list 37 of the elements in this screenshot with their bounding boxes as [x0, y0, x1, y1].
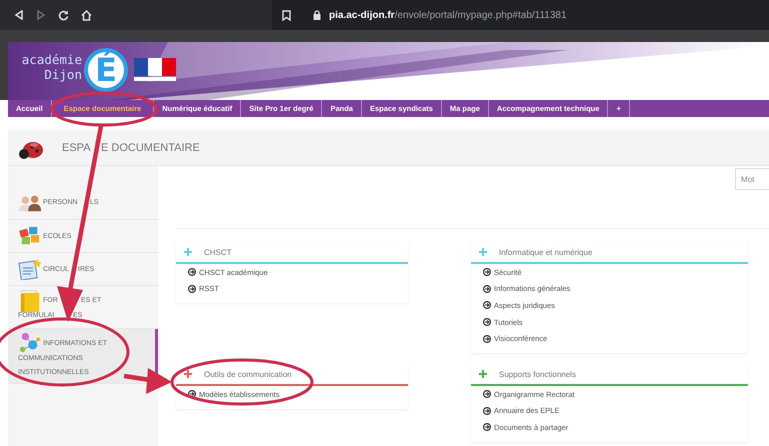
panel-title: Informatique et numérique: [499, 248, 592, 256]
arrow-circle-icon: [483, 301, 491, 310]
arrow-circle-icon: [188, 390, 196, 398]
notepad-icon: [18, 258, 42, 280]
folder-icon: [18, 288, 42, 312]
title-text: E DOCUMENTAIRE: [101, 142, 200, 154]
arrow-circle-icon: [483, 390, 491, 398]
plus-icon[interactable]: [184, 370, 192, 378]
network-icon: [18, 332, 42, 354]
title-text: ESPA: [62, 142, 92, 154]
flag-icon: [134, 58, 176, 82]
panel-title: Supports fonctionnels: [499, 370, 576, 378]
arrow-circle-icon: [483, 334, 491, 343]
panel-title: CHSCT: [204, 248, 232, 256]
people-icon: [18, 192, 42, 212]
arrow-circle-icon: [188, 284, 196, 293]
arrow-circle-icon: [188, 268, 196, 276]
bookmark-icon[interactable]: [282, 10, 291, 20]
ladybug-icon: [18, 140, 44, 162]
back-icon[interactable]: [14, 10, 24, 20]
arrow-circle-icon: [483, 268, 491, 276]
search-field[interactable]: Mot: [735, 168, 769, 190]
home-icon[interactable]: [81, 10, 92, 20]
puzzle-icon: [18, 226, 42, 246]
lock-icon: [313, 10, 321, 20]
logo-text: académie: [22, 52, 82, 67]
arrow-circle-icon: [483, 423, 491, 432]
arrow-circle-icon: [483, 406, 491, 415]
arrow-circle-icon: [483, 284, 491, 293]
plus-icon[interactable]: [479, 370, 487, 378]
arrow-circle-icon: [483, 318, 491, 326]
logo-text: Dijon: [44, 67, 82, 82]
address-bar[interactable]: pia.ac-dijon.fr/envole/portal/mypage.php#tab/111381: [329, 10, 567, 20]
forward-icon[interactable]: [36, 10, 46, 20]
annotation-arrow: [124, 368, 172, 394]
reload-icon[interactable]: [58, 10, 69, 20]
panel-title: Outils de communication: [204, 370, 292, 378]
